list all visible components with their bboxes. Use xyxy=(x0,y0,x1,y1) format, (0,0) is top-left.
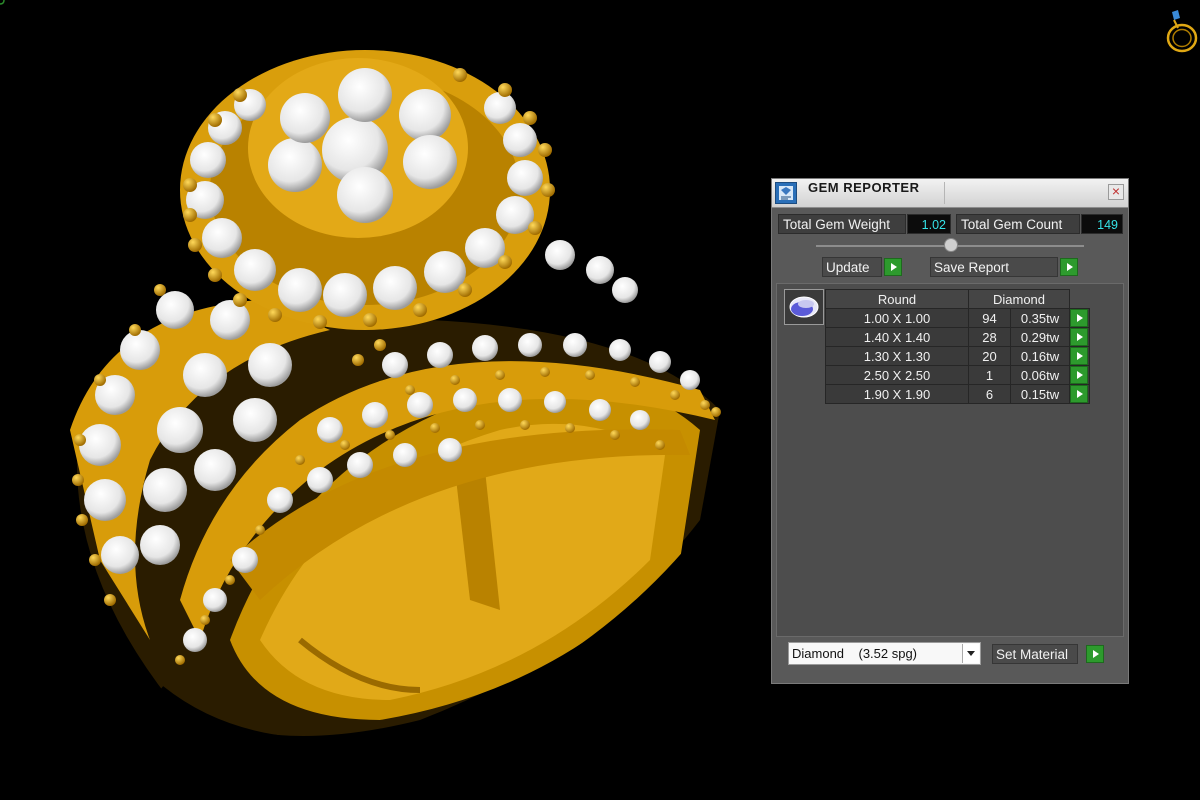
gem-size: 1.30 X 1.30 xyxy=(825,346,969,366)
material-spg: (3.52 spg) xyxy=(858,646,918,661)
title-divider xyxy=(944,182,945,204)
table-row[interactable]: 1.90 X 1.90 6 0.15tw xyxy=(825,384,1090,404)
gem-count: 1 xyxy=(968,365,1011,385)
gem-weight: 0.35tw xyxy=(1010,308,1070,328)
gem-reporter-panel: GEM REPORTER × Total Gem Weight 1.02 Tot… xyxy=(771,178,1129,684)
round-gem-icon[interactable] xyxy=(784,289,824,325)
material-column-header: Diamond xyxy=(968,289,1070,309)
set-material-label: Set Material xyxy=(992,644,1078,664)
total-count-label: Total Gem Count xyxy=(956,214,1080,234)
table-row[interactable]: 1.40 X 1.40 28 0.29tw xyxy=(825,327,1090,347)
gem-table: Round Diamond 1.00 X 1.00 94 0.35tw 1.40… xyxy=(825,289,1090,404)
gem-weight: 0.15tw xyxy=(1010,384,1070,404)
gem-weight: 0.16tw xyxy=(1010,346,1070,366)
material-name: Diamond xyxy=(792,646,845,661)
save-report-label: Save Report xyxy=(930,257,1058,277)
material-dropdown[interactable]: Diamond (3.52 spg) xyxy=(788,642,981,665)
select-gems-button[interactable] xyxy=(1070,366,1088,384)
view-cube-icon[interactable] xyxy=(1162,6,1198,56)
gem-size: 1.90 X 1.90 xyxy=(825,384,969,404)
gem-reporter-icon xyxy=(775,182,797,204)
table-row[interactable]: 2.50 X 2.50 1 0.06tw xyxy=(825,365,1090,385)
panel-titlebar[interactable]: GEM REPORTER × xyxy=(772,179,1128,208)
gem-count: 28 xyxy=(968,327,1011,347)
gem-weight: 0.06tw xyxy=(1010,365,1070,385)
select-gems-button[interactable] xyxy=(1070,385,1088,403)
dropdown-arrow-icon[interactable] xyxy=(962,644,979,663)
gem-weight: 0.29tw xyxy=(1010,327,1070,347)
gem-count: 6 xyxy=(968,384,1011,404)
panel-title: GEM REPORTER xyxy=(808,180,920,195)
update-label: Update xyxy=(822,257,882,277)
table-row[interactable]: 1.30 X 1.30 20 0.16tw xyxy=(825,346,1090,366)
shape-column-header: Round xyxy=(825,289,969,309)
select-gems-button[interactable] xyxy=(1070,328,1088,346)
set-material-button[interactable] xyxy=(1086,645,1104,663)
slider-handle[interactable] xyxy=(944,238,958,252)
gem-count: 94 xyxy=(968,308,1011,328)
corner-indicator-icon xyxy=(0,0,5,5)
gem-count: 20 xyxy=(968,346,1011,366)
select-gems-button[interactable] xyxy=(1070,347,1088,365)
gem-size: 1.00 X 1.00 xyxy=(825,308,969,328)
save-report-button[interactable] xyxy=(1060,258,1078,276)
total-weight-value: 1.02 xyxy=(907,214,951,234)
table-row[interactable]: 1.00 X 1.00 94 0.35tw xyxy=(825,308,1090,328)
select-gems-button[interactable] xyxy=(1070,309,1088,327)
update-button[interactable] xyxy=(884,258,902,276)
total-count-value: 149 xyxy=(1081,214,1123,234)
ring-model xyxy=(70,50,721,749)
close-icon[interactable]: × xyxy=(1108,184,1124,200)
gem-size: 2.50 X 2.50 xyxy=(825,365,969,385)
total-weight-label: Total Gem Weight xyxy=(778,214,906,234)
gem-size: 1.40 X 1.40 xyxy=(825,327,969,347)
gem-table-header: Round Diamond xyxy=(825,289,1090,309)
